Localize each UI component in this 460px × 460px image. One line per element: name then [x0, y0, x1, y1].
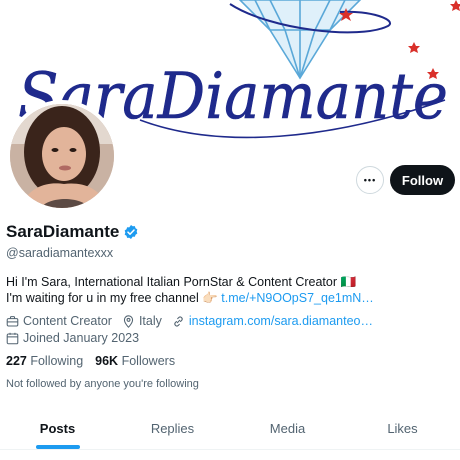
link-icon	[174, 316, 183, 326]
profile-name-row: SaraDiamante	[6, 222, 139, 242]
category-item: Content Creator	[6, 314, 112, 328]
display-name: SaraDiamante	[6, 222, 120, 241]
bio-line-1: Hi I'm Sara, International Italian PornS…	[6, 275, 338, 289]
tab-media[interactable]: Media	[230, 408, 345, 449]
following-stat[interactable]: 227 Following	[6, 354, 83, 368]
briefcase-icon	[6, 315, 19, 326]
calendar-icon	[6, 332, 19, 344]
followers-label: Followers	[121, 354, 176, 368]
following-count: 227	[6, 354, 27, 368]
website-item: instagram.com/sara.diamanteo…	[172, 314, 373, 328]
more-icon: •••	[363, 175, 377, 185]
tab-label: Likes	[387, 421, 418, 436]
italy-flag-icon: 🇮🇹	[340, 275, 357, 289]
joined-item: Joined January 2023	[6, 331, 139, 345]
avatar[interactable]	[6, 100, 118, 212]
active-tab-indicator	[35, 445, 80, 449]
profile-tabs: Posts Replies Media Likes	[0, 408, 460, 450]
location-label: Italy	[138, 314, 162, 328]
follow-button[interactable]: Follow	[390, 165, 455, 195]
tab-posts[interactable]: Posts	[0, 408, 115, 449]
tab-label: Replies	[150, 421, 195, 436]
profile-meta: Content Creator Italy instagram.com/sara…	[6, 314, 383, 328]
more-options-button[interactable]: •••	[356, 166, 384, 194]
profile-bio: Hi I'm Sara, International Italian PornS…	[6, 274, 456, 306]
profile-meta-joined: Joined January 2023	[6, 331, 149, 345]
bio-telegram-link[interactable]: t.me/+N9OOpS7_qe1mN…	[221, 291, 374, 305]
tab-label: Media	[269, 421, 306, 436]
tab-label: Posts	[39, 421, 76, 436]
avatar-photo	[10, 104, 114, 208]
website-link[interactable]: instagram.com/sara.diamanteo…	[189, 314, 373, 328]
following-label: Following	[30, 354, 84, 368]
location-item: Italy	[122, 314, 162, 328]
tab-replies[interactable]: Replies	[115, 408, 230, 449]
tab-likes[interactable]: Likes	[345, 408, 460, 449]
followed-by-note: Not followed by anyone you're following	[6, 378, 199, 390]
joined-label: Joined January 2023	[23, 331, 140, 345]
bio-line-2: I'm waiting for u in my free channel	[6, 291, 199, 305]
followers-stat[interactable]: 96K Followers	[95, 354, 175, 368]
profile-handle: @saradiamantexxx	[6, 246, 114, 260]
location-pin-icon	[123, 314, 134, 328]
verified-badge-icon[interactable]	[123, 224, 139, 240]
profile-stats: 227 Following 96K Followers	[6, 354, 175, 368]
category-label: Content Creator	[23, 314, 112, 328]
pointing-hand-icon: 👉🏻	[202, 291, 218, 305]
followers-count: 96K	[95, 354, 119, 368]
